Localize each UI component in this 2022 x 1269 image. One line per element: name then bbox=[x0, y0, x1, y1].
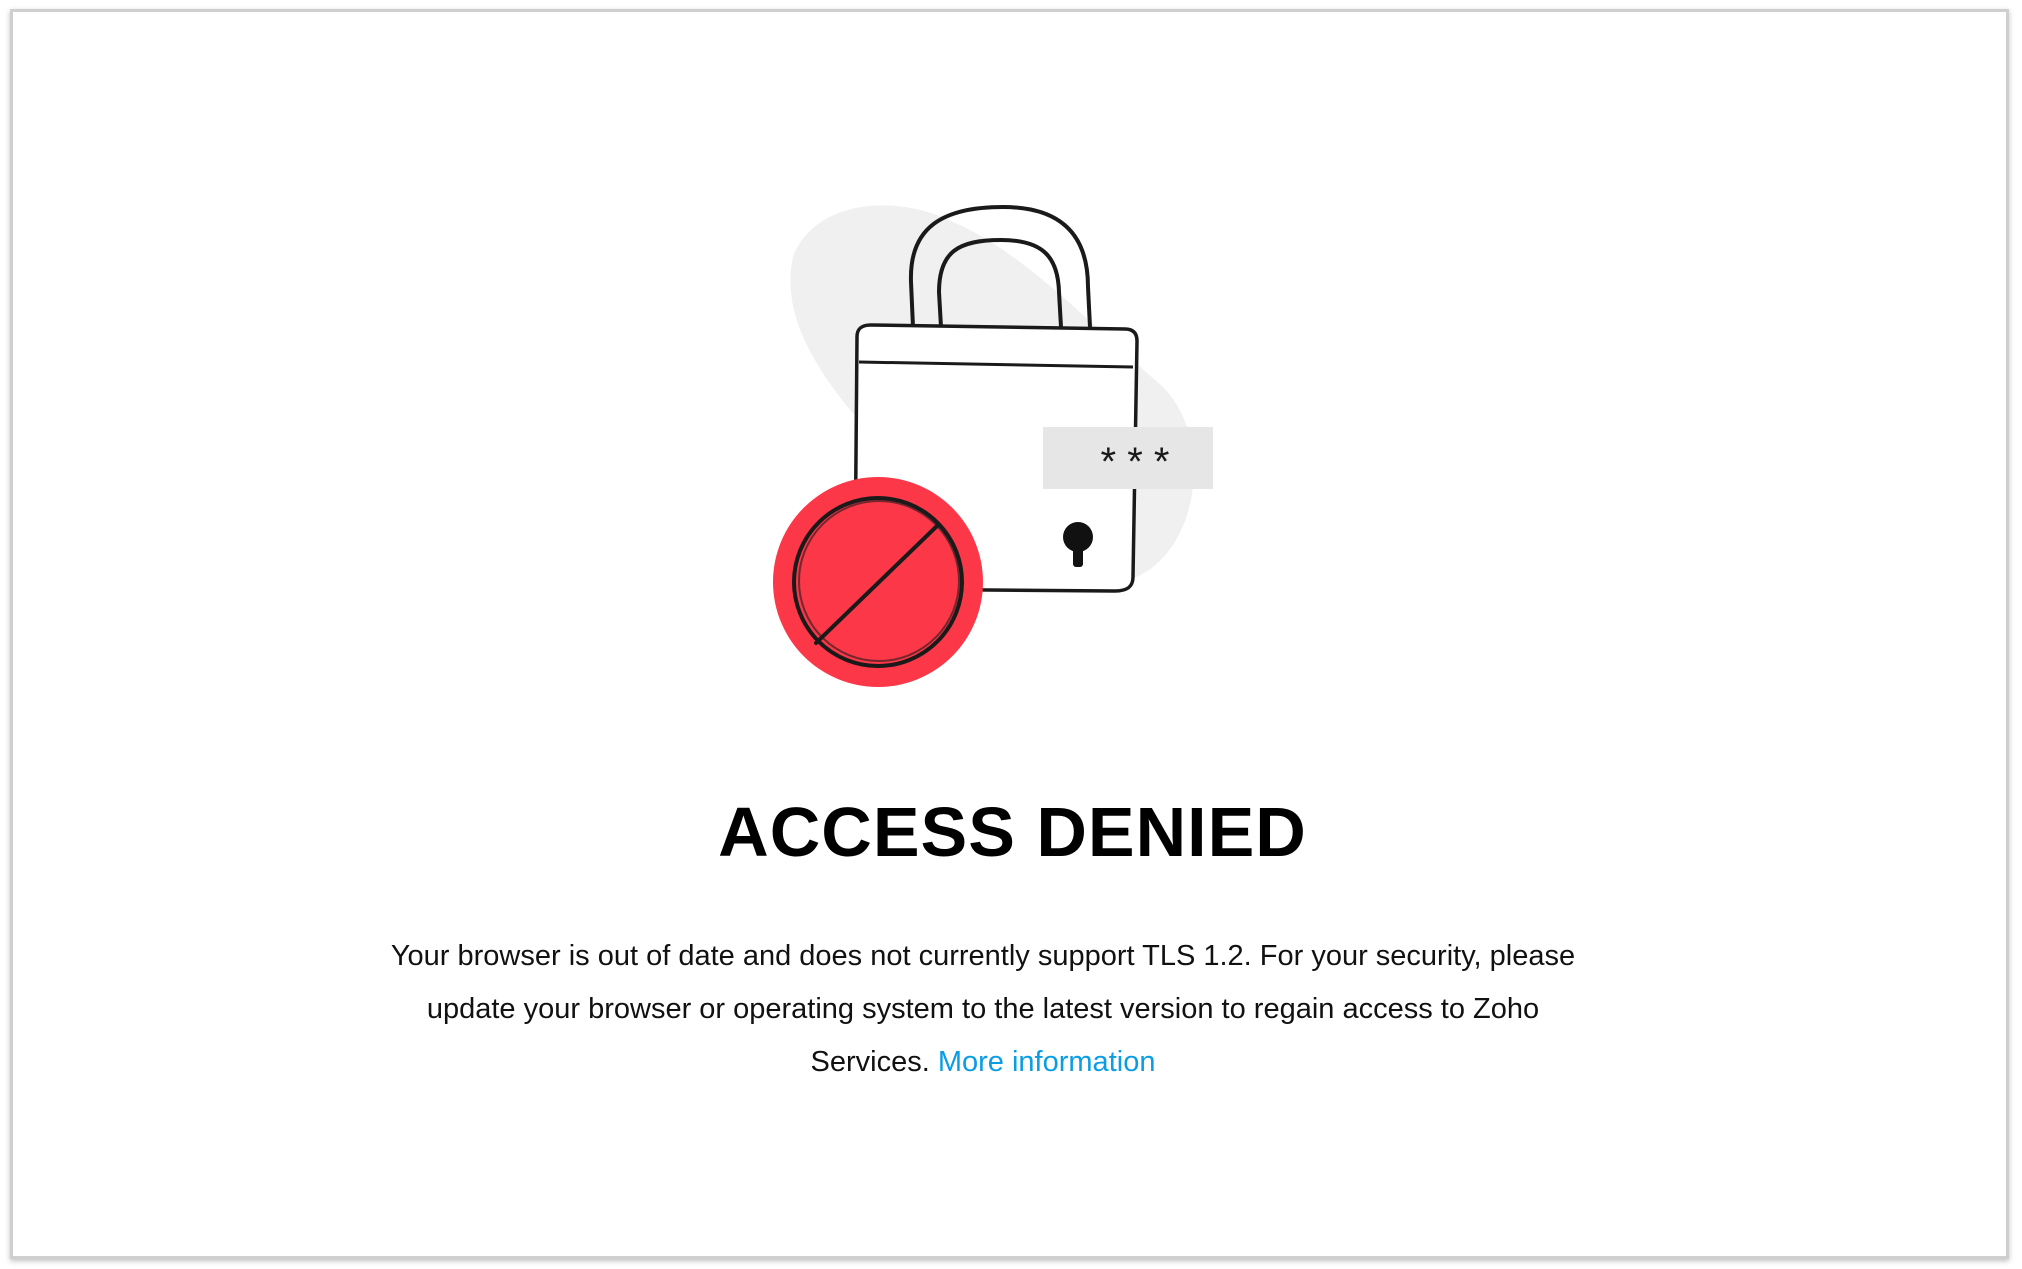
prohibited-sign-icon bbox=[773, 477, 983, 687]
error-message: Your browser is out of date and does not… bbox=[373, 930, 1593, 1089]
password-field-icon: * * * bbox=[1043, 427, 1213, 489]
password-mask: * * * bbox=[1101, 440, 1170, 484]
more-information-link[interactable]: More information bbox=[938, 1046, 1156, 1078]
access-denied-illustration: * * * bbox=[773, 204, 1213, 687]
page-title: ACCESS DENIED bbox=[718, 793, 1307, 871]
page-frame: * * * ACCESS DENIED Your browser is out … bbox=[10, 9, 2009, 1259]
